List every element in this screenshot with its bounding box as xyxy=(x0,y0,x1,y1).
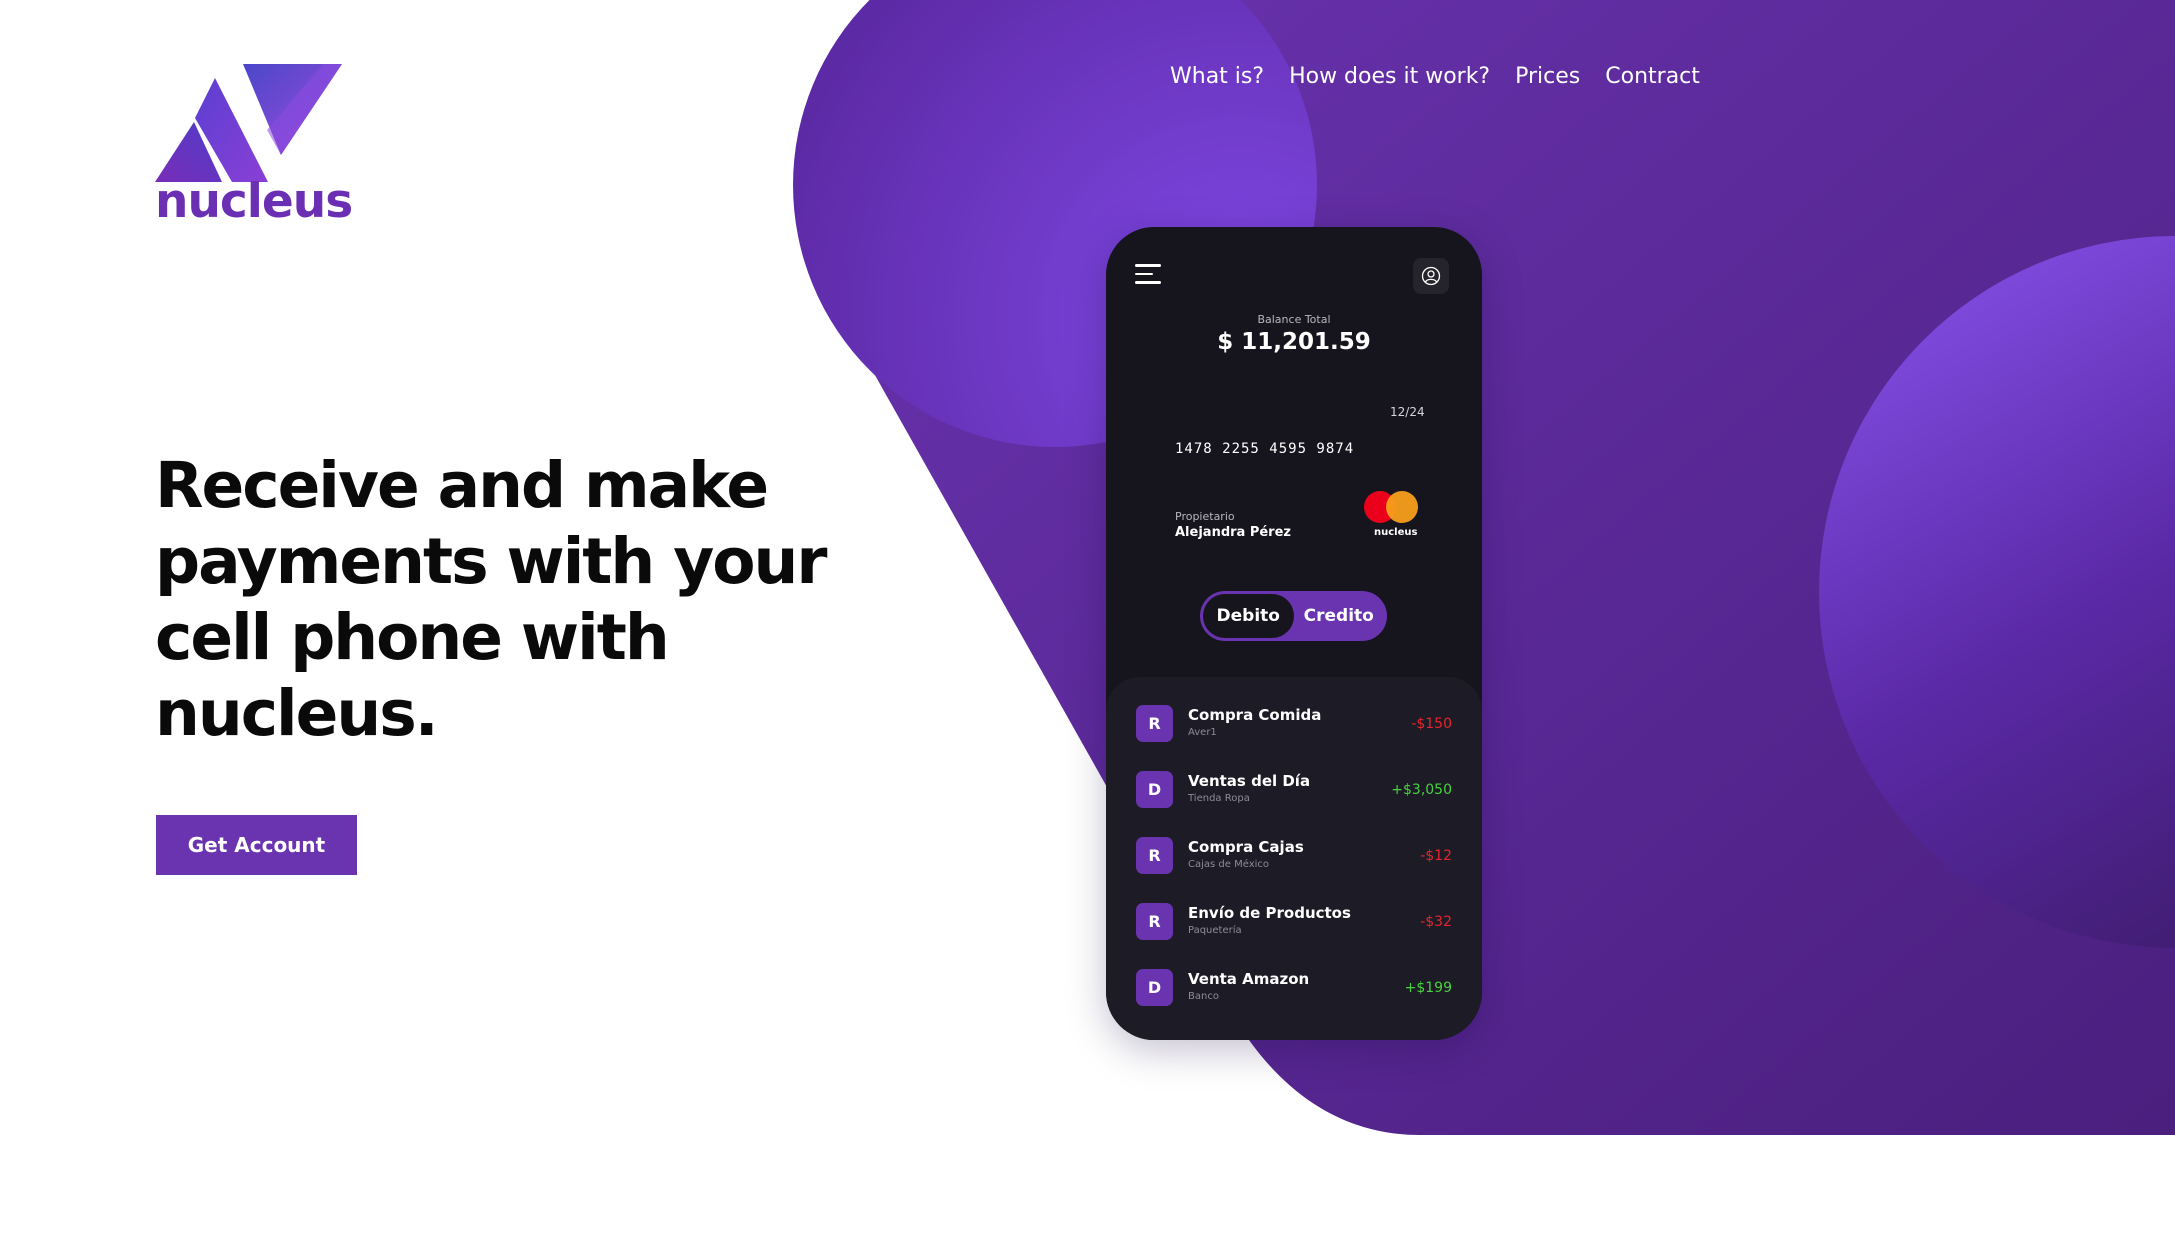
nav-item-what-is[interactable]: What is? xyxy=(1170,64,1264,89)
transaction-subtitle: Tienda Ropa xyxy=(1188,793,1250,804)
transaction-subtitle: Aver1 xyxy=(1188,727,1217,738)
transaction-amount: +$199 xyxy=(1404,980,1452,996)
transaction-avatar: D xyxy=(1136,969,1173,1006)
transactions-list: R Compra Comida Aver1 -$150 D Ventas del… xyxy=(1106,677,1482,1040)
card-brand-label: nucleus xyxy=(1374,527,1418,538)
hero-headline: Receive and make payments with your cell… xyxy=(155,449,827,750)
transaction-amount: +$3,050 xyxy=(1391,782,1452,798)
balance-label: Balance Total xyxy=(1257,313,1331,326)
transaction-title: Envío de Productos xyxy=(1188,904,1351,922)
transaction-amount: -$32 xyxy=(1420,914,1452,930)
transaction-row[interactable]: R Envío de Productos Paquetería -$32 xyxy=(1106,892,1482,952)
phone-mockup: Balance Total $ 11,201.59 12/24 1478 225… xyxy=(1106,227,1482,1040)
mastercard-icon xyxy=(1364,489,1420,525)
transaction-subtitle: Cajas de México xyxy=(1188,859,1270,870)
card-owner-name: Alejandra Pérez xyxy=(1175,525,1291,540)
user-circle-icon xyxy=(1421,266,1441,286)
hamburger-icon[interactable] xyxy=(1135,264,1161,286)
transaction-amount: -$12 xyxy=(1420,848,1452,864)
transaction-avatar: R xyxy=(1136,837,1173,874)
transaction-row[interactable]: R Compra Comida Aver1 -$150 xyxy=(1106,694,1482,754)
transaction-subtitle: Paquetería xyxy=(1188,925,1242,936)
nav-item-how-it-works[interactable]: How does it work? xyxy=(1289,64,1490,89)
balance-value: $ 11,201.59 xyxy=(1217,329,1371,355)
toggle-debito[interactable]: Debito xyxy=(1203,594,1294,638)
transaction-amount: -$150 xyxy=(1411,716,1452,732)
brand-logo[interactable]: nucleus xyxy=(155,60,355,235)
transaction-row[interactable]: D Venta Amazon Banco +$199 xyxy=(1106,958,1482,1018)
account-type-toggle: Debito Credito xyxy=(1200,591,1387,641)
nav-item-prices[interactable]: Prices xyxy=(1515,64,1580,89)
transaction-avatar: R xyxy=(1136,705,1173,742)
transaction-avatar: D xyxy=(1136,771,1173,808)
transaction-title: Ventas del Día xyxy=(1188,772,1311,790)
nucleus-logo-icon xyxy=(155,64,342,182)
transaction-title: Venta Amazon xyxy=(1188,970,1310,988)
card-owner-label: Propietario xyxy=(1175,510,1235,523)
card-expiry: 12/24 xyxy=(1390,405,1425,419)
transaction-row[interactable]: D Ventas del Día Tienda Ropa +$3,050 xyxy=(1106,760,1482,820)
transaction-row[interactable]: R Compra Cajas Cajas de México -$12 xyxy=(1106,826,1482,886)
card-number: 1478 2255 4595 9874 xyxy=(1175,441,1355,457)
transaction-avatar: R xyxy=(1136,903,1173,940)
profile-button[interactable] xyxy=(1413,258,1449,294)
top-nav: What is? How does it work? Prices Contra… xyxy=(1170,64,1700,89)
transaction-title: Compra Cajas xyxy=(1188,838,1304,856)
transaction-title: Compra Comida xyxy=(1188,706,1322,724)
nav-item-contract[interactable]: Contract xyxy=(1605,64,1700,89)
transaction-subtitle: Banco xyxy=(1188,991,1219,1002)
get-account-button[interactable]: Get Account xyxy=(156,815,357,875)
toggle-credito[interactable]: Credito xyxy=(1294,594,1385,638)
brand-wordmark: nucleus xyxy=(155,174,353,229)
